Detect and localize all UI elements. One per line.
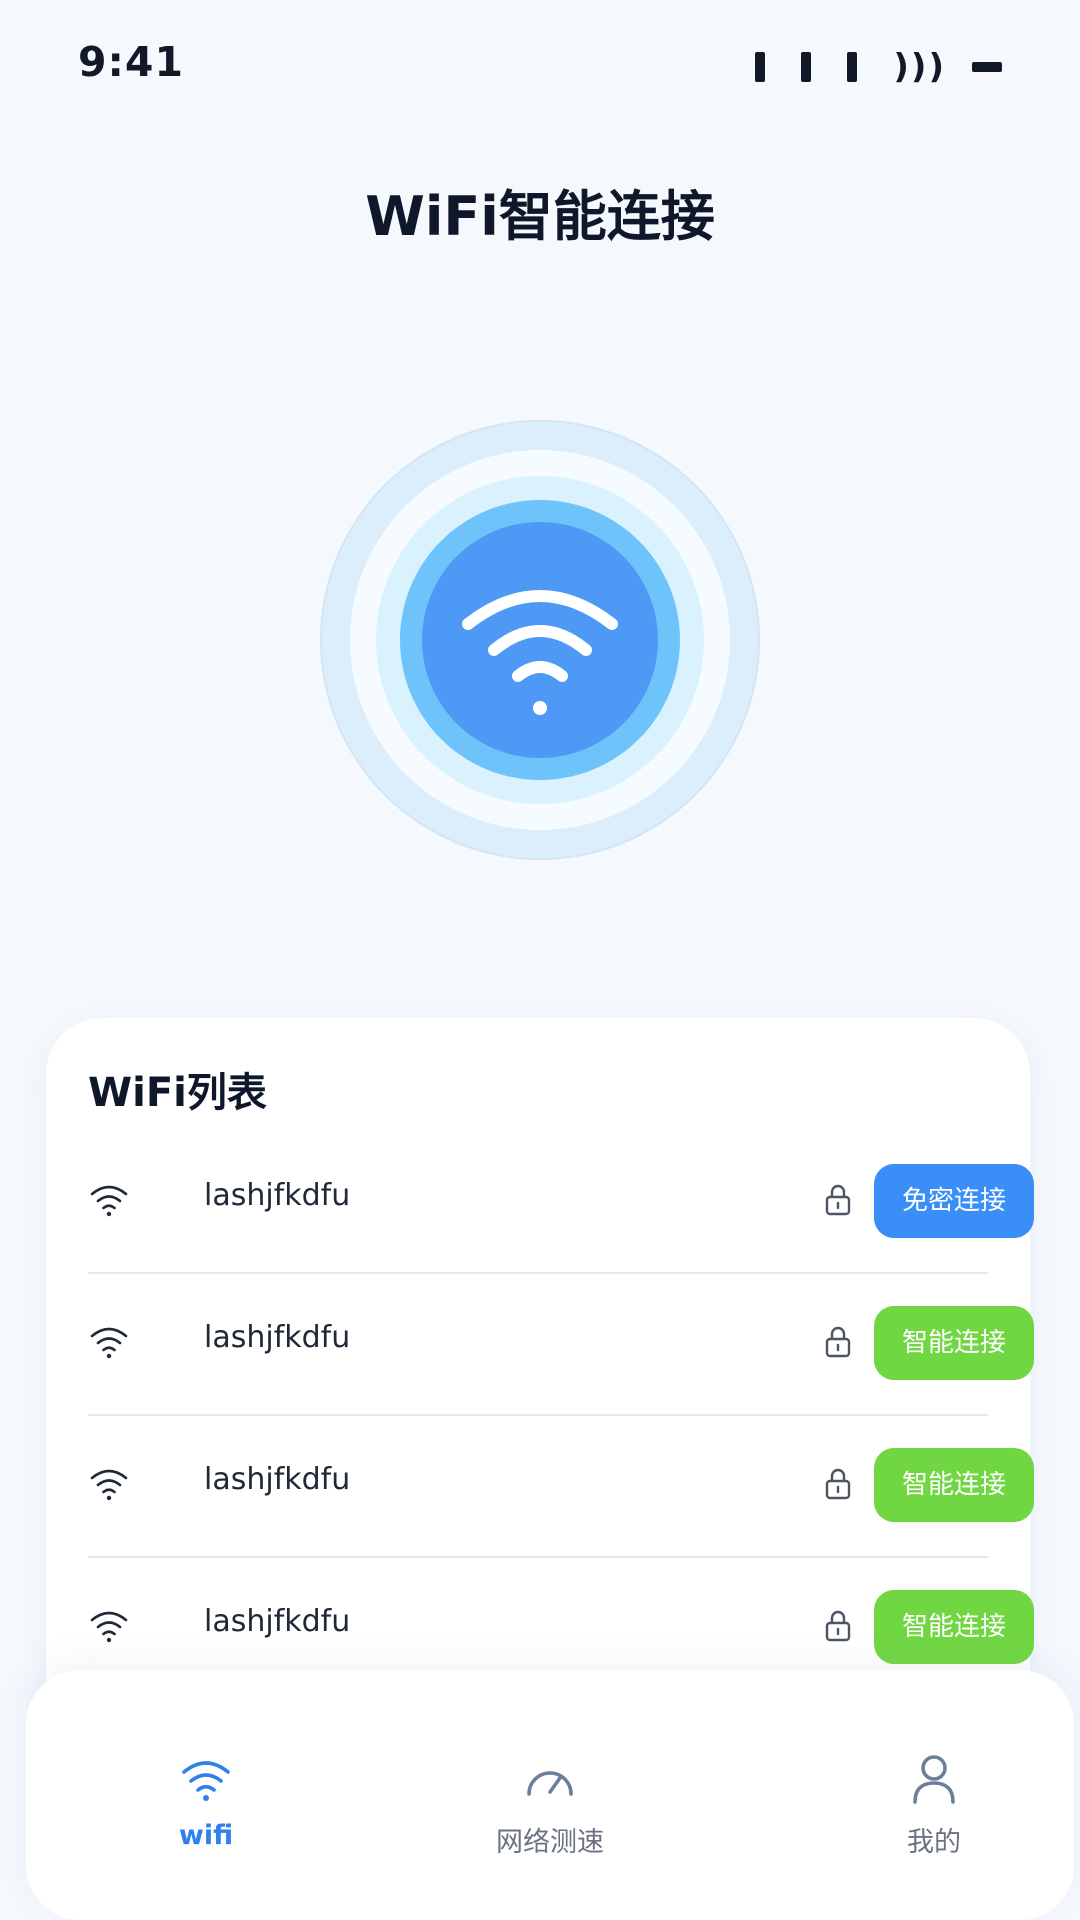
signal-bar-icon xyxy=(801,52,812,82)
wifi-signal-icon xyxy=(90,1469,128,1501)
wifi-list-item: lashjfkdfu 免密连接 xyxy=(88,1130,1034,1274)
wifi-signal-icon xyxy=(90,1185,128,1217)
lock-icon xyxy=(825,1326,851,1358)
wifi-signal-icon xyxy=(90,1327,128,1359)
smart-connect-button[interactable]: 智能连接 xyxy=(874,1448,1034,1522)
wifi-list-item: lashjfkdfu 智能连接 xyxy=(88,1414,1034,1558)
signal-bar-icon xyxy=(847,52,858,82)
wifi-list-title: WiFi列表 xyxy=(88,1070,267,1116)
lock-icon xyxy=(825,1468,851,1500)
wifi-name: lashjfkdfu xyxy=(204,1604,351,1639)
user-icon xyxy=(913,1755,955,1804)
password-free-connect-button[interactable]: 免密连接 xyxy=(874,1164,1034,1238)
bottom-nav: wifi 网络测速 我的 xyxy=(26,1670,1074,1920)
wifi-list-card: WiFi列表 lashjfkdfu 免密连接 lashjfkdfu 智能连接 l… xyxy=(46,1018,1034,1758)
signal-bar-icon xyxy=(755,52,766,82)
nav-label-speed-test: 网络测速 xyxy=(496,1827,604,1858)
wifi-name: lashjfkdfu xyxy=(204,1462,351,1497)
smart-connect-button[interactable]: 智能连接 xyxy=(874,1306,1034,1380)
status-bar: 9:41 ))) xyxy=(0,0,1080,140)
wifi-status-icon: ))) xyxy=(893,47,946,87)
status-icons: ))) xyxy=(755,47,1002,87)
nav-tab-speed-test[interactable]: 网络测速 xyxy=(450,1670,650,1858)
page-title: WiFi智能连接 xyxy=(365,185,715,248)
wifi-signal-icon xyxy=(90,1611,128,1643)
wifi-icon xyxy=(462,590,618,715)
wifi-connect-hero[interactable] xyxy=(320,420,760,860)
wifi-name: lashjfkdfu xyxy=(204,1178,351,1213)
smart-connect-button[interactable]: 智能连接 xyxy=(874,1590,1034,1664)
wifi-list-item: lashjfkdfu 智能连接 xyxy=(88,1272,1034,1416)
wifi-name: lashjfkdfu xyxy=(204,1320,351,1355)
nav-label-wifi: wifi xyxy=(178,1820,234,1851)
nav-tab-wifi[interactable]: wifi xyxy=(106,1670,306,1851)
status-time: 9:41 xyxy=(78,38,184,86)
lock-icon xyxy=(825,1610,851,1642)
nav-tab-mine[interactable]: 我的 xyxy=(834,1670,1034,1858)
battery-icon xyxy=(972,62,1002,72)
nav-label-mine: 我的 xyxy=(907,1827,961,1858)
speedometer-icon xyxy=(527,1771,573,1796)
wifi-icon xyxy=(182,1761,230,1801)
lock-icon xyxy=(825,1184,851,1216)
